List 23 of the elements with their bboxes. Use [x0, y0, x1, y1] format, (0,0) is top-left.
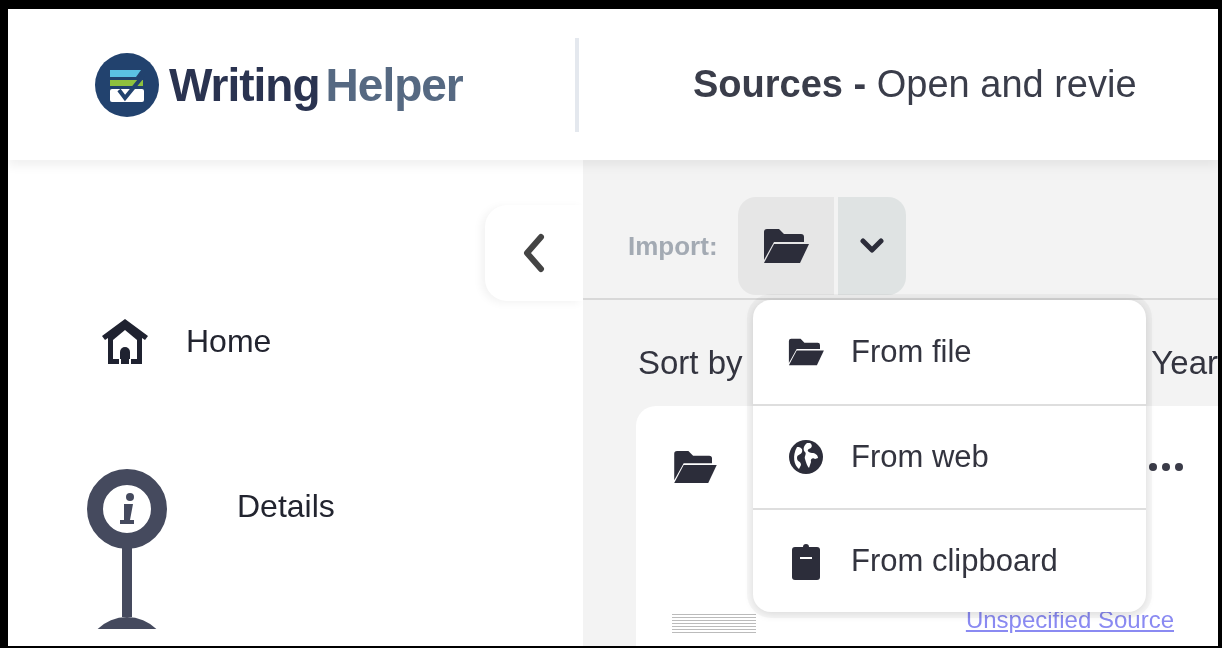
import-label: Import:	[628, 231, 718, 262]
chevron-left-icon	[521, 233, 547, 273]
nav-link[interactable]: Home	[186, 322, 272, 360]
home-icon	[100, 316, 150, 366]
dropdown-button[interactable]	[837, 197, 906, 295]
menu-item[interactable]: From web	[753, 404, 1146, 508]
more-icon[interactable]	[1148, 462, 1184, 472]
menu-item[interactable]: From file	[753, 300, 1146, 404]
logo-text: Writing	[169, 57, 320, 112]
globe-icon	[787, 439, 825, 475]
nav-link[interactable]: Details	[237, 488, 335, 525]
folder-icon	[787, 338, 825, 366]
logo-icon	[95, 52, 159, 117]
chevron-down-icon	[859, 238, 884, 254]
folder-icon	[761, 228, 810, 264]
sort-label: Sort by	[638, 344, 743, 383]
page-title: Sources - Open and revie	[693, 63, 1137, 106]
import-button[interactable]	[737, 197, 834, 295]
collapse-button[interactable]	[485, 205, 583, 301]
logo-text: Helper	[325, 57, 463, 112]
folder-icon	[672, 450, 718, 484]
menu-item[interactable]: From clipboard	[753, 508, 1146, 612]
sort-value[interactable]: Year	[1151, 344, 1218, 406]
